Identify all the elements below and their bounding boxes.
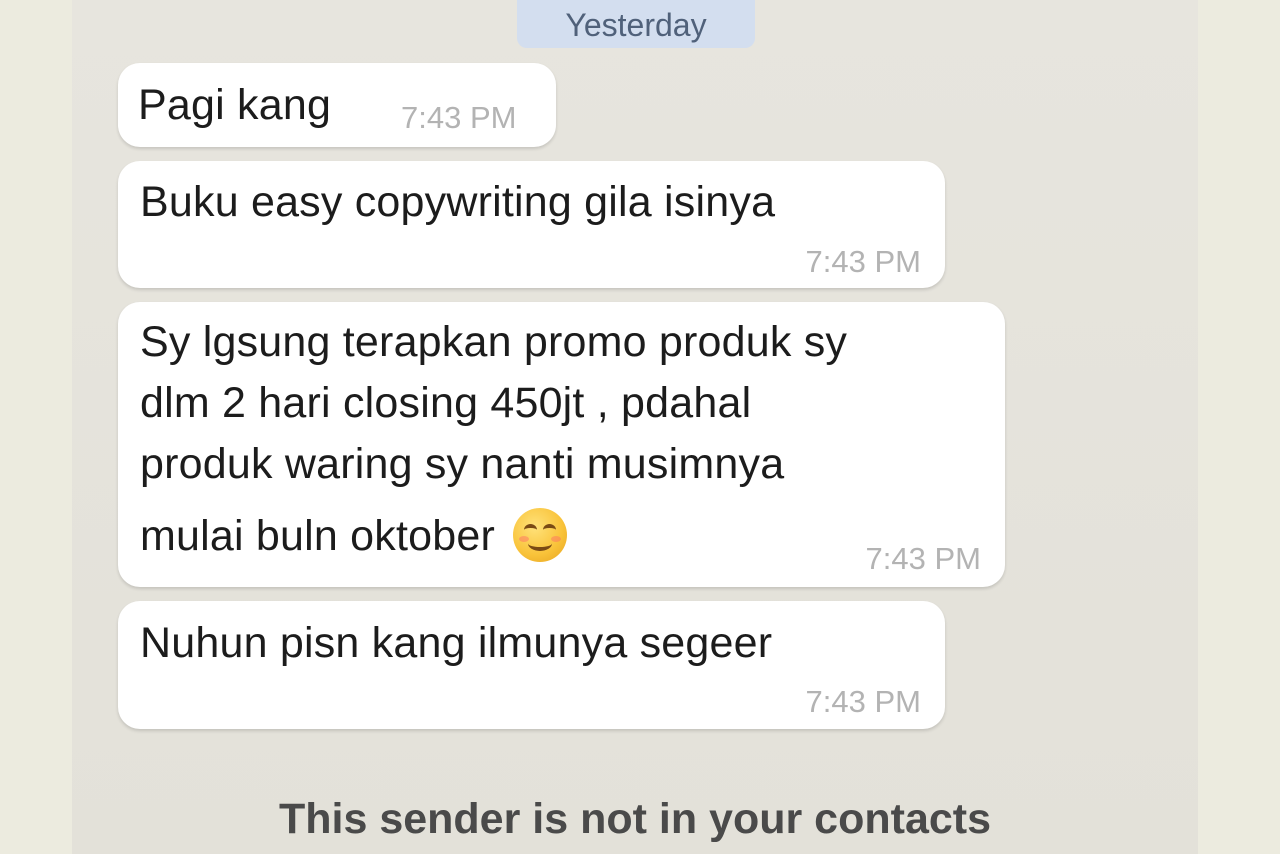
message-bubble[interactable]: Nuhun pisn kang ilmunya segeer 7:43 PM [118,601,945,729]
message-bubble[interactable]: Pagi kang 7:43 PM [118,63,556,147]
smiling-face-emoji-icon [512,507,567,562]
message-text: mulai buln oktober [140,512,495,560]
message-text: Nuhun pisn kang ilmunya segeer [140,619,773,667]
message-text: Buku easy copywriting gila isinya [140,178,776,226]
message-text: produk waring sy nanti musimnya [140,440,785,488]
message-time: 7:43 PM [865,541,981,576]
message-bubble[interactable]: Sy lgsung terapkan promo produk sy dlm 2… [118,302,1005,587]
message-time: 7:43 PM [805,684,921,719]
message-text: Sy lgsung terapkan promo produk sy [140,318,848,366]
unknown-sender-notice: This sender is not in your contacts [278,795,992,843]
message-text-last-line: mulai buln oktober [140,506,567,567]
date-separator: Yesterday [517,0,755,48]
message-time: 7:43 PM [401,100,517,135]
message-text: dlm 2 hari closing 450jt , pdahal [140,379,752,427]
message-text: Pagi kang [138,81,332,129]
message-bubble[interactable]: Buku easy copywriting gila isinya 7:43 P… [118,161,945,288]
chat-area[interactable]: Yesterday Pagi kang 7:43 PM Buku easy co… [72,0,1198,854]
message-time: 7:43 PM [805,244,921,279]
